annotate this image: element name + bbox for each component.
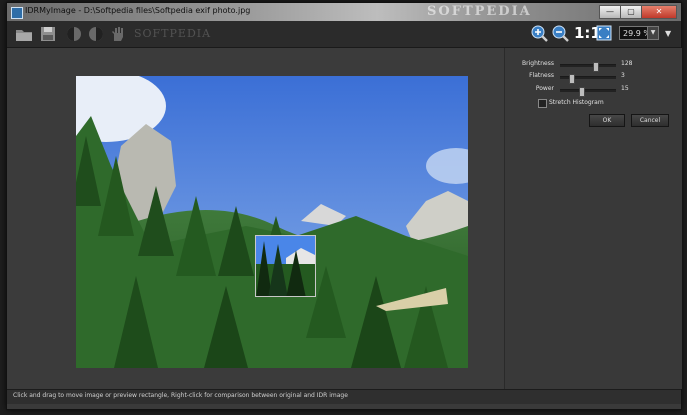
maximize-button[interactable]: ▢ (620, 5, 642, 19)
brightness-slider-row: Brightness 128 (505, 60, 682, 72)
cancel-button[interactable]: Cancel (631, 114, 669, 127)
brightness-slider-thumb[interactable] (593, 62, 600, 72)
status-text: Click and drag to move image or preview … (13, 392, 348, 399)
app-window: IDRMyImage - D:\Softpedia files\Softpedi… (6, 2, 682, 410)
power-value: 15 (621, 85, 629, 92)
adjustment-panel: Brightness 128 Flatness 3 Power 15 Stret… (504, 48, 682, 389)
compare-right-icon[interactable] (87, 25, 105, 43)
zoom-out-icon[interactable] (552, 25, 569, 46)
watermark: SOFTPEDIA (427, 4, 532, 19)
power-slider-row: Power 15 (505, 85, 682, 97)
flatness-slider[interactable] (560, 74, 616, 84)
preview-rectangle[interactable] (255, 235, 316, 297)
compare-left-icon[interactable] (65, 25, 83, 43)
minimize-button[interactable]: — (599, 5, 621, 19)
flatness-slider-row: Flatness 3 (505, 72, 682, 84)
window-controls: — ▢ ✕ (599, 5, 677, 19)
power-slider-thumb[interactable] (579, 87, 586, 97)
app-icon (11, 7, 23, 19)
toolbar-watermark: SOFTPEDIA (134, 27, 212, 40)
dropdown-menu-icon[interactable]: ▼ (665, 29, 671, 38)
brightness-label: Brightness (522, 60, 554, 67)
stretch-histogram-checkbox[interactable] (538, 99, 547, 108)
window-title: IDRMyImage - D:\Softpedia files\Softpedi… (25, 6, 251, 15)
chevron-down-icon: ▼ (647, 27, 658, 39)
zoom-select[interactable]: 29.9 % ▼ (619, 26, 659, 40)
close-button[interactable]: ✕ (641, 5, 677, 19)
brightness-value: 128 (621, 60, 633, 67)
fit-to-window-icon[interactable] (596, 25, 612, 45)
status-bar: Click and drag to move image or preview … (7, 389, 681, 404)
brightness-slider[interactable] (560, 62, 616, 72)
power-label: Power (535, 85, 554, 92)
toolbar: SOFTPEDIA 1:1 29.9 % ▼ ▼ (7, 21, 681, 48)
image-canvas[interactable] (7, 48, 504, 389)
open-folder-icon[interactable] (15, 25, 33, 43)
flatness-slider-thumb[interactable] (569, 74, 576, 84)
stretch-histogram-label: Stretch Histogram (549, 99, 604, 106)
photo-preview[interactable] (76, 76, 468, 368)
flatness-value: 3 (621, 72, 625, 79)
flatness-label: Flatness (529, 72, 554, 79)
ok-button[interactable]: OK (589, 114, 625, 127)
power-slider[interactable] (560, 87, 616, 97)
zoom-in-icon[interactable] (531, 25, 548, 46)
hand-icon[interactable] (109, 25, 127, 43)
save-icon[interactable] (39, 25, 57, 43)
title-bar[interactable]: IDRMyImage - D:\Softpedia files\Softpedi… (7, 3, 681, 21)
